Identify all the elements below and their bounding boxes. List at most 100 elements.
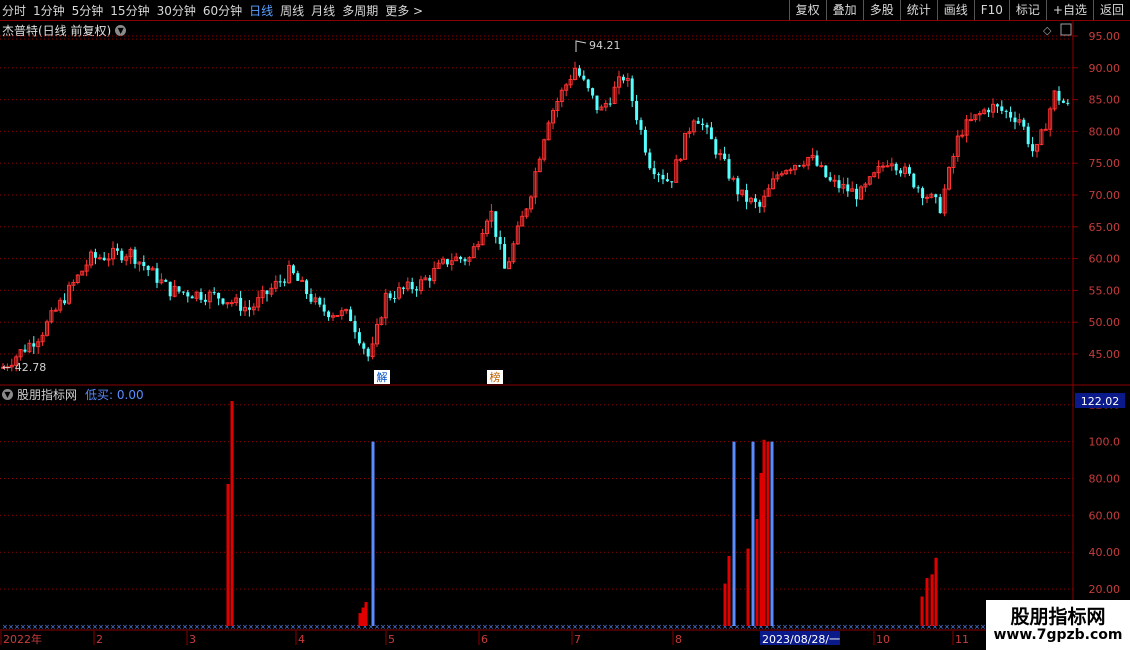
candle-body — [164, 279, 168, 282]
candle-body — [529, 196, 533, 210]
toolbar-action-3[interactable]: 统计 — [899, 0, 937, 20]
time-cursor-label: 2023/08/28/一 — [762, 633, 840, 646]
baseline-marker: × — [20, 623, 26, 631]
period-tab-0[interactable]: 分时 — [2, 2, 26, 19]
candle-body — [964, 119, 969, 136]
period-tab-8[interactable]: 月线 — [311, 2, 335, 19]
baseline-marker: × — [704, 623, 710, 631]
toolbar-action-5[interactable]: F10 — [973, 0, 1009, 20]
candle-body — [269, 287, 274, 295]
period-tab-6[interactable]: 日线 — [249, 2, 273, 19]
panel-toggle-icon — [1060, 23, 1072, 36]
candle-body — [379, 317, 384, 325]
candle-body — [894, 163, 898, 171]
candle-body — [1057, 90, 1061, 101]
candle-body — [120, 250, 124, 261]
baseline-marker: × — [662, 623, 668, 631]
baseline-marker: × — [284, 623, 290, 631]
candle-body — [309, 293, 313, 302]
baseline-marker: × — [320, 623, 326, 631]
price-tick-label: 85.00 — [1089, 94, 1121, 107]
chevron-down-icon[interactable]: ▼ — [115, 24, 127, 36]
toolbar-action-2[interactable]: 多股 — [862, 0, 900, 20]
candle-body — [625, 77, 630, 81]
toolbar-action-4[interactable]: 画线 — [936, 0, 974, 20]
period-tab-9[interactable]: 多周期 — [342, 2, 378, 19]
baseline-marker: × — [512, 623, 518, 631]
candle-body — [1013, 117, 1017, 123]
candle-body — [5, 366, 10, 369]
baseline-marker: × — [86, 623, 92, 631]
baseline-marker: × — [932, 623, 938, 631]
baseline-marker: × — [506, 623, 512, 631]
indicator-tick-label: 80.00 — [1089, 472, 1121, 485]
period-tab-7[interactable]: 周线 — [280, 2, 304, 19]
period-tab-5[interactable]: 60分钟 — [203, 2, 242, 19]
baseline-marker: × — [92, 623, 98, 631]
baseline-marker: × — [194, 623, 200, 631]
period-tab-4[interactable]: 30分钟 — [157, 2, 196, 19]
candle-body — [995, 104, 999, 107]
candle-body — [503, 244, 507, 269]
time-tick-label: 3 — [189, 633, 196, 646]
candle-body — [850, 188, 855, 192]
price-tick-label: 60.00 — [1089, 253, 1121, 266]
candle-body — [758, 201, 762, 207]
candle-body — [969, 119, 973, 122]
chart-area[interactable]: × × × × × × × × × × × × × × × × × × × × × × × × × × × × × × × × × × × × × × × ×… — [0, 0, 1130, 650]
time-axis: 2022年 2 3 4 5 6 7 8 2023/08/28/一 10 11 — [0, 631, 969, 646]
candle-body — [454, 256, 459, 262]
candle-body — [643, 129, 647, 153]
candle-body — [260, 290, 265, 299]
baseline-marker: × — [98, 623, 104, 631]
baseline-marker: × — [410, 623, 416, 631]
candle-body — [705, 124, 709, 128]
indicator-tick-label: 120.0 — [1089, 399, 1121, 412]
candle-body — [987, 109, 991, 113]
candle-body — [1026, 126, 1030, 145]
period-tab-10[interactable]: 更多 > — [385, 2, 423, 19]
candle-body — [537, 158, 542, 173]
toolbar-action-0[interactable]: 复权 — [788, 0, 826, 20]
toolbar-action-1[interactable]: 叠加 — [825, 0, 863, 20]
candle-body — [867, 176, 872, 185]
candle-body — [1039, 129, 1044, 145]
period-tab-3[interactable]: 15分钟 — [110, 2, 149, 19]
candle-body — [762, 195, 767, 208]
baseline-marker: × — [536, 623, 542, 631]
candle-body — [93, 252, 97, 258]
candle-body — [405, 281, 410, 290]
baseline-marker: × — [380, 623, 386, 631]
candle-body — [168, 281, 172, 297]
candle-body — [1061, 100, 1065, 103]
candle-body — [696, 121, 700, 124]
candle-body — [608, 103, 612, 105]
candle-body — [929, 193, 934, 198]
baseline-marker: × — [908, 623, 914, 631]
period-tab-2[interactable]: 5分钟 — [72, 2, 104, 19]
period-tab-1[interactable]: 1分钟 — [33, 2, 65, 19]
baseline-marker: × — [740, 623, 746, 631]
baseline-marker: × — [710, 623, 716, 631]
candle-body — [278, 281, 282, 283]
toolbar-action-7[interactable]: +自选 — [1045, 0, 1093, 20]
indicator-bar — [723, 583, 727, 626]
candle-body — [265, 290, 269, 295]
baseline-marker: × — [866, 623, 872, 631]
candle-body — [251, 306, 256, 311]
candlestick-series — [1, 61, 1070, 372]
baseline-marker: × — [458, 623, 464, 631]
candle-body — [683, 132, 687, 160]
price-tick-label: 80.00 — [1089, 125, 1121, 138]
baseline-marker: × — [758, 623, 764, 631]
toolbar-action-8[interactable]: 返回 — [1092, 0, 1130, 20]
baseline-marker: × — [962, 623, 968, 631]
baseline-marker: × — [224, 623, 230, 631]
candle-body — [18, 349, 23, 358]
baseline-marker: × — [146, 623, 152, 631]
chevron-down-icon[interactable]: ▼ — [2, 388, 13, 400]
candle-body — [595, 95, 599, 111]
baseline-marker: × — [842, 623, 848, 631]
candle-body — [701, 123, 705, 125]
toolbar-action-6[interactable]: 标记 — [1008, 0, 1046, 20]
